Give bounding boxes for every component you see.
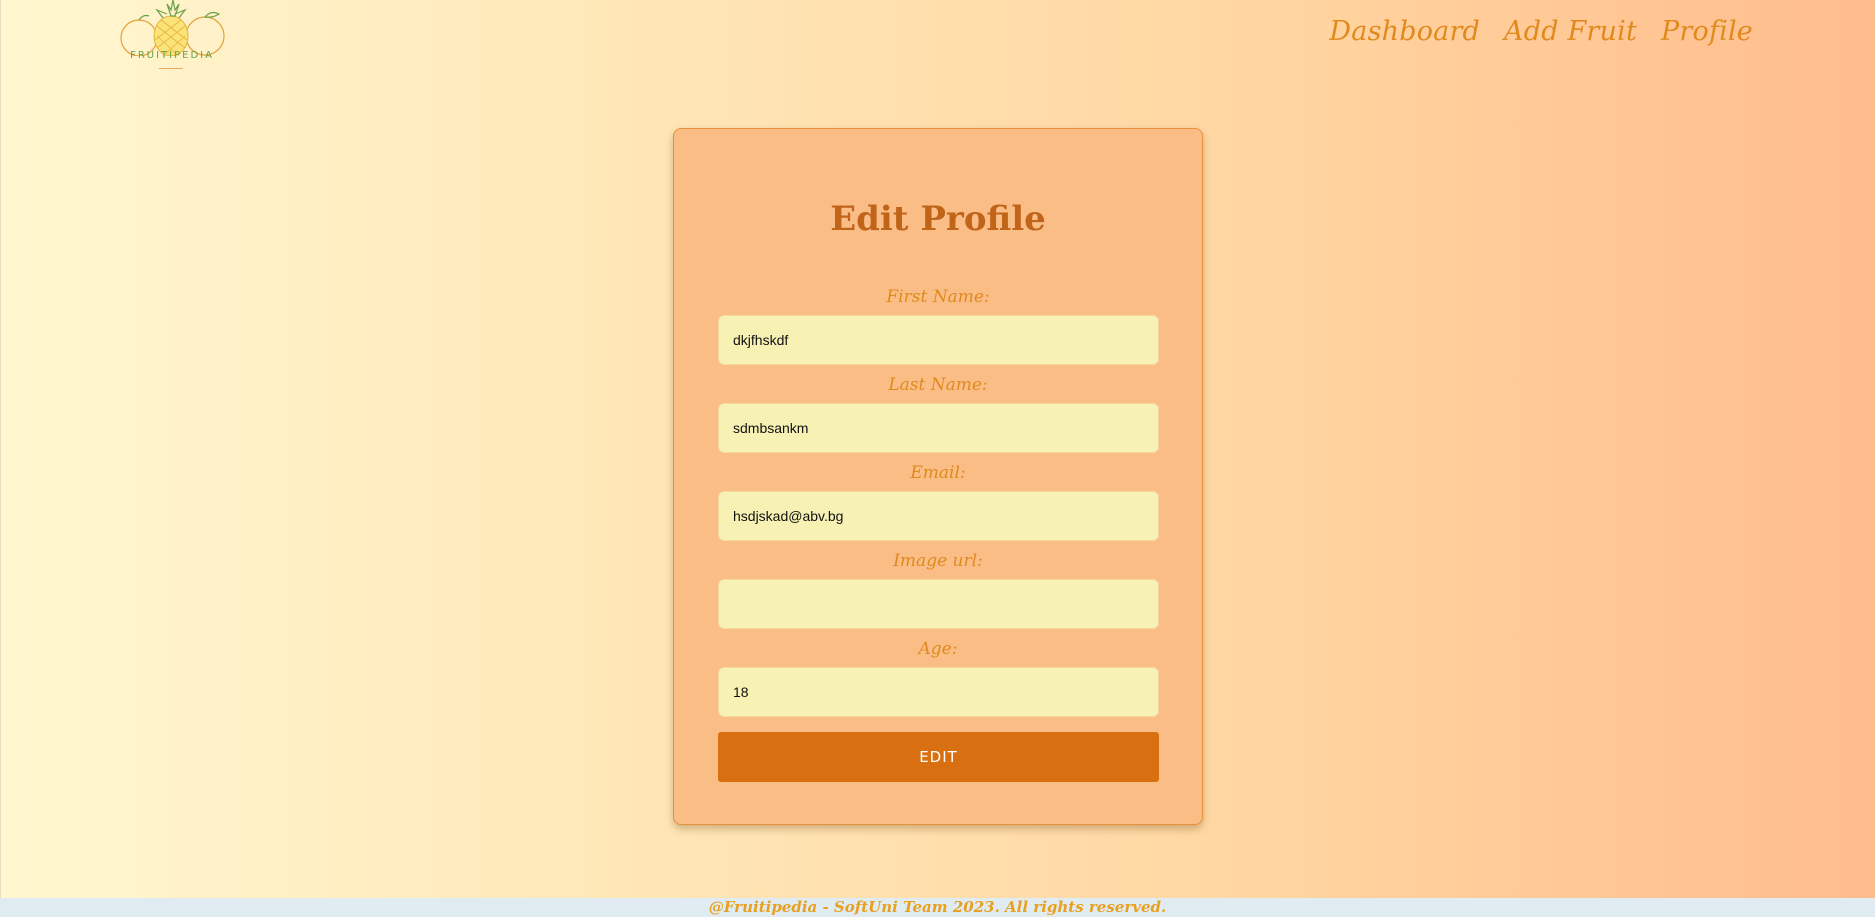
first-name-label: First Name:: [886, 287, 990, 307]
edit-profile-card: Edit Profile First Name: Last Name: Emai…: [673, 128, 1203, 825]
nav-link-dashboard[interactable]: Dashboard: [1329, 16, 1480, 47]
email-input[interactable]: [718, 491, 1159, 541]
nav-link-profile[interactable]: Profile: [1661, 16, 1753, 47]
last-name-input[interactable]: [718, 403, 1159, 453]
nav-link-add-fruit[interactable]: Add Fruit: [1504, 16, 1637, 47]
logo-text: FRUITIPEDIA: [130, 50, 214, 61]
logo-underline: [159, 68, 183, 69]
footer: @Fruitipedia - SoftUni Team 2023. All ri…: [0, 898, 1875, 917]
logo[interactable]: FRUITIPEDIA: [117, 0, 227, 72]
last-name-label: Last Name:: [888, 375, 988, 395]
age-label: Age:: [918, 639, 958, 659]
page-background: FRUITIPEDIA Dashboard Add Fruit Profile …: [0, 0, 1875, 898]
age-input[interactable]: [718, 667, 1159, 717]
image-url-label: Image url:: [893, 551, 983, 571]
fruit-logo-icon: [120, 0, 225, 56]
edit-button[interactable]: EDIT: [718, 732, 1159, 782]
email-label: Email:: [910, 463, 966, 483]
first-name-input[interactable]: [718, 315, 1159, 365]
image-url-input[interactable]: [718, 579, 1159, 629]
main-nav: Dashboard Add Fruit Profile: [1329, 16, 1753, 47]
page-title: Edit Profile: [830, 199, 1046, 239]
